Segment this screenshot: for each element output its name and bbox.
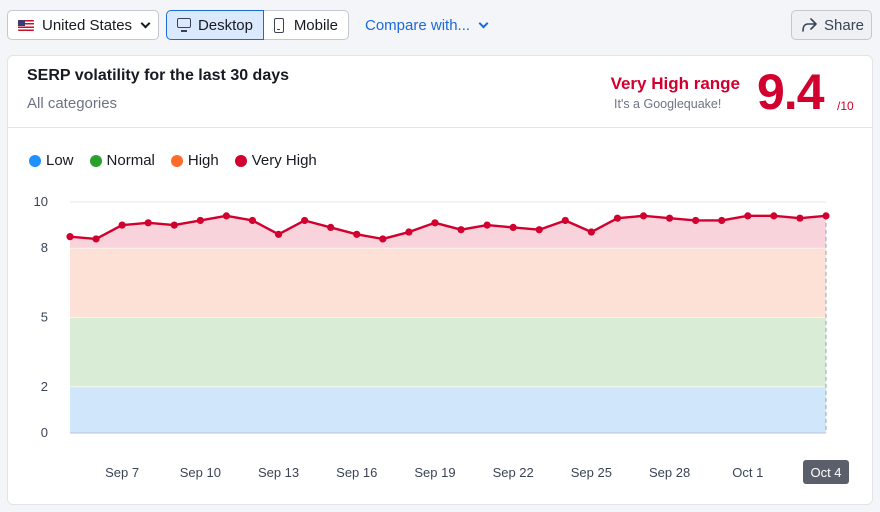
share-icon — [802, 18, 817, 32]
data-point-20 — [561, 216, 569, 225]
data-point-30 — [822, 212, 830, 220]
x-tick-label-sep-16: Sep 16 — [336, 465, 377, 480]
band-low — [70, 386, 826, 433]
x-tick-label-sep-22: Sep 22 — [493, 465, 534, 480]
x-tick-label-oct-1: Oct 1 — [732, 465, 763, 480]
device-toggle: Desktop Mobile — [166, 10, 349, 40]
data-point-27 — [744, 212, 752, 220]
data-point-13 — [379, 235, 387, 243]
y-tick-label-5: 5 — [41, 310, 48, 325]
desktop-button[interactable]: Desktop — [166, 10, 264, 40]
x-tick-label-oct-4: Oct 4 — [810, 465, 841, 480]
band-normal — [70, 317, 826, 387]
x-tick-label-sep-25: Sep 25 — [571, 465, 612, 480]
data-point-26 — [718, 216, 726, 225]
data-point-10 — [301, 216, 309, 225]
x-tick-label-sep-7: Sep 7 — [105, 465, 139, 480]
data-point-9 — [274, 230, 283, 238]
data-point-16 — [457, 226, 465, 234]
data-point-28 — [770, 212, 778, 220]
data-point-12 — [353, 230, 361, 238]
data-point-29 — [796, 214, 804, 222]
data-point-11 — [327, 223, 335, 232]
data-point-14 — [405, 228, 413, 236]
data-point-24 — [665, 214, 674, 222]
volatility-card: SERP volatility for the last 30 days All… — [7, 55, 873, 505]
chevron-down-icon — [140, 18, 151, 28]
x-tick-label-sep-28: Sep 28 — [649, 465, 690, 480]
mobile-button[interactable]: Mobile — [264, 10, 349, 40]
data-point-2 — [92, 235, 100, 243]
x-tick-label-sep-13: Sep 13 — [258, 465, 299, 480]
desktop-icon — [177, 18, 191, 32]
y-tick-label-0: 0 — [41, 425, 48, 440]
y-tick-label-2: 2 — [41, 379, 48, 394]
data-point-8 — [248, 216, 257, 225]
y-tick-label-8: 8 — [41, 240, 48, 255]
x-tick-label-sep-19: Sep 19 — [414, 465, 455, 480]
data-point-7 — [222, 212, 231, 220]
data-point-25 — [692, 216, 700, 225]
data-point-21 — [587, 228, 595, 236]
data-point-3 — [118, 221, 126, 229]
data-point-1 — [66, 233, 74, 241]
desktop-label: Desktop — [197, 16, 253, 34]
compare-label: Compare with... — [365, 16, 471, 34]
chevron-down-icon — [478, 18, 489, 28]
volatility-chart: 0 2 5 8 10 Sep 7 Sep 10 Sep 13 Sep 16 Sep 19 Sep 2… — [34, 194, 849, 484]
data-point-17 — [483, 221, 491, 229]
data-point-15 — [431, 219, 439, 227]
mobile-icon — [274, 17, 284, 33]
data-point-19 — [535, 226, 543, 234]
share-button[interactable]: Share — [791, 10, 872, 40]
us-flag-icon — [18, 19, 34, 31]
country-select[interactable]: United States — [7, 10, 159, 40]
mobile-label: Mobile — [293, 16, 338, 34]
x-tick-label-sep-10: Sep 10 — [180, 465, 221, 480]
share-label: Share — [824, 16, 865, 34]
data-point-22 — [613, 214, 622, 222]
band-high — [70, 248, 826, 318]
country-label: United States — [42, 16, 133, 34]
data-point-23 — [639, 212, 648, 220]
compare-with-dropdown[interactable]: Compare with... — [365, 10, 489, 40]
y-tick-label-10: 10 — [34, 194, 48, 209]
toolbar: United States Desktop Mobile Compare wit… — [0, 0, 880, 50]
data-point-5 — [170, 221, 178, 229]
data-point-4 — [144, 219, 152, 227]
data-point-6 — [196, 216, 204, 225]
data-point-18 — [509, 223, 517, 232]
